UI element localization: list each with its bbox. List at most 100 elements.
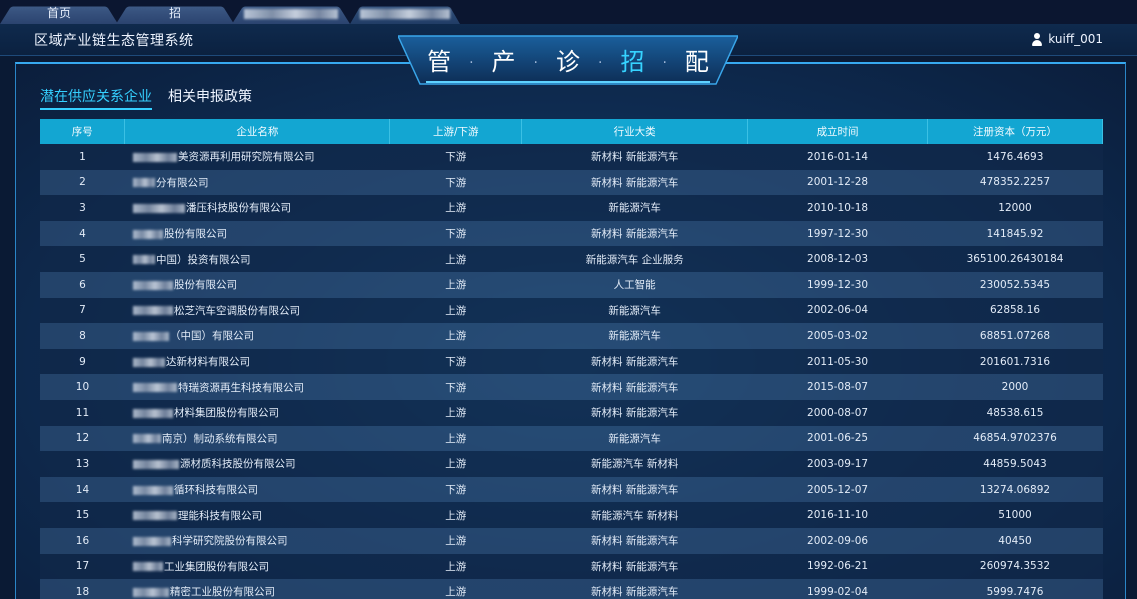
cell-capital: 201601.7316 [927, 348, 1103, 375]
table-row[interactable]: 2 分有限公司 下游 新材料 新能源汽车 2001-12-28 478352.2257 [40, 169, 1103, 196]
tab-redacted-2[interactable] [350, 2, 460, 24]
cell-company-name[interactable]: 材料集团股份有限公司 [124, 399, 390, 426]
cell-company-name[interactable]: 工业集团股份有限公司 [124, 553, 390, 580]
table-row[interactable]: 10 特瑞资源再生科技有限公司 下游 新材料 新能源汽车 2015-08-07 2000 [40, 374, 1103, 400]
cell-founded: 2005-03-02 [747, 323, 928, 349]
cell-founded: 2016-11-10 [747, 502, 928, 528]
cell-company-name[interactable]: 特瑞资源再生科技有限公司 [124, 374, 390, 400]
cell-founded: 2005-12-07 [747, 476, 928, 503]
cell-founded: 2010-10-18 [747, 195, 928, 221]
redacted-name-prefix [132, 178, 155, 188]
cell-company-name[interactable]: 美资源再利用研究院有限公司 [124, 144, 390, 170]
cell-industry: 新能源汽车 [521, 425, 748, 452]
col-header-capital[interactable]: 注册资本（万元） [927, 119, 1103, 144]
table-row[interactable]: 13 源材质科技股份有限公司 上游 新能源汽车 新材料 2003-09-17 44859.… [40, 451, 1103, 477]
table-row[interactable]: 4 股份有限公司 下游 新材料 新能源汽车 1997-12-30 141845.92 [40, 220, 1103, 247]
col-header-name[interactable]: 企业名称 [124, 119, 391, 144]
table-row[interactable]: 15 理能科技有限公司 上游 新能源汽车 新材料 2016-11-10 51000 [40, 502, 1103, 528]
cell-company-name[interactable]: 中国）投资有限公司 [124, 246, 390, 272]
main-panel: 潜在供应关系企业 相关申报政策 序号 企业名称 上游/下游 行业大类 成立时间 … [15, 62, 1126, 599]
redacted-name-prefix [132, 587, 169, 597]
module-nav-emblem: 管 · 产 · 诊 · 招 · 配 [398, 34, 738, 90]
cell-company-name[interactable]: 科学研究院股份有限公司 [124, 527, 390, 554]
cell-capital: 1476.4693 [927, 144, 1103, 170]
module-zhen[interactable]: 诊 [556, 48, 580, 76]
cell-company-name[interactable]: （中国）有限公司 [124, 323, 390, 349]
cell-company-name[interactable]: 股份有限公司 [124, 271, 390, 298]
col-header-industry[interactable]: 行业大类 [521, 119, 749, 144]
cell-founded: 2002-09-06 [747, 527, 928, 554]
table-row[interactable]: 6 股份有限公司 上游 人工智能 1999-12-30 230052.5345 [40, 271, 1103, 298]
cell-company-name[interactable]: 松芝汽车空调股份有限公司 [124, 297, 390, 324]
cell-no: 11 [40, 399, 125, 426]
cell-company-name[interactable]: 潘压科技股份有限公司 [124, 195, 390, 221]
col-header-upstream[interactable]: 上游/下游 [389, 119, 523, 144]
cell-industry: 新材料 新能源汽车 [521, 374, 748, 400]
col-header-founded[interactable]: 成立时间 [747, 119, 929, 144]
table-row[interactable]: 5 中国）投资有限公司 上游 新能源汽车 企业服务 2008-12-03 365100.2… [40, 246, 1103, 272]
tab-recruit[interactable]: 招 [116, 2, 234, 24]
redacted-name-prefix [132, 562, 163, 572]
table-row[interactable]: 18 精密工业股份有限公司 上游 新材料 新能源汽车 1999-02-04 5999.74… [40, 579, 1103, 599]
cell-no: 12 [40, 425, 125, 452]
table-row[interactable]: 17 工业集团股份有限公司 上游 新材料 新能源汽车 1992-06-21 260974.… [40, 553, 1103, 580]
cell-company-name[interactable]: 达新材料有限公司 [124, 348, 390, 375]
table-row[interactable]: 3 潘压科技股份有限公司 上游 新能源汽车 2010-10-18 12000 [40, 195, 1103, 221]
cell-upstream: 上游 [389, 323, 522, 349]
redacted-name-prefix [132, 536, 171, 546]
table-row[interactable]: 8 （中国）有限公司 上游 新能源汽车 2005-03-02 68851.07268 [40, 323, 1103, 349]
table-row[interactable]: 1 美资源再利用研究院有限公司 下游 新材料 新能源汽车 2016-01-14 1476.… [40, 144, 1103, 170]
separator-dot: · [469, 55, 474, 71]
redacted-name-prefix [132, 485, 173, 495]
cell-industry: 新能源汽车 新材料 [521, 451, 748, 477]
cell-industry: 人工智能 [521, 271, 748, 298]
tab-home[interactable]: 首页 [0, 2, 118, 24]
cell-industry: 新能源汽车 [521, 297, 748, 324]
table-row[interactable]: 7 松芝汽车空调股份有限公司 上游 新能源汽车 2002-06-04 62858.16 [40, 297, 1103, 324]
cell-industry: 新材料 新能源汽车 [521, 169, 748, 196]
cell-founded: 2002-06-04 [747, 297, 928, 324]
separator-dot: · [533, 55, 538, 71]
redacted-name-prefix [132, 459, 179, 469]
tab-redacted-1[interactable] [232, 2, 350, 24]
cell-company-name[interactable]: 分有限公司 [124, 169, 390, 196]
cell-upstream: 上游 [389, 195, 522, 221]
cell-industry: 新材料 新能源汽车 [521, 348, 748, 375]
cell-no: 17 [40, 553, 125, 580]
module-guan[interactable]: 管 [427, 48, 451, 76]
cell-founded: 2000-08-07 [747, 399, 928, 426]
user-menu[interactable]: kuiff_001 [1031, 32, 1103, 46]
cell-company-name[interactable]: 循环科技有限公司 [124, 476, 390, 503]
table-row[interactable]: 14 循环科技有限公司 下游 新材料 新能源汽车 2005-12-07 13274.068… [40, 476, 1103, 503]
cell-company-name[interactable]: 股份有限公司 [124, 220, 390, 247]
cell-no: 16 [40, 527, 125, 554]
module-pei[interactable]: 配 [685, 48, 709, 76]
cell-founded: 2011-05-30 [747, 348, 928, 375]
cell-no: 1 [40, 144, 125, 170]
cell-company-name[interactable]: 理能科技有限公司 [124, 502, 390, 528]
module-zhao-active[interactable]: 招 [620, 48, 644, 76]
subtab-related-policies[interactable]: 相关申报政策 [168, 86, 252, 110]
table-row[interactable]: 9 达新材料有限公司 下游 新材料 新能源汽车 2011-05-30 201601.731… [40, 348, 1103, 375]
table-row[interactable]: 12 南京）制动系统有限公司 上游 新能源汽车 2001-06-25 46854.9702… [40, 425, 1103, 452]
cell-no: 5 [40, 246, 125, 272]
cell-founded: 2015-08-07 [747, 374, 928, 400]
table-row[interactable]: 16 科学研究院股份有限公司 上游 新材料 新能源汽车 2002-09-06 40450 [40, 527, 1103, 554]
redacted-name-prefix [132, 331, 169, 341]
cell-industry: 新能源汽车 企业服务 [521, 246, 748, 272]
subtab-potential-suppliers[interactable]: 潜在供应关系企业 [40, 86, 152, 110]
cell-no: 14 [40, 476, 125, 503]
cell-founded: 2016-01-14 [747, 144, 928, 170]
cell-founded: 2001-12-28 [747, 169, 928, 196]
cell-upstream: 上游 [389, 246, 522, 272]
col-header-no[interactable]: 序号 [40, 119, 126, 144]
subtab-bar: 潜在供应关系企业 相关申报政策 [40, 86, 252, 110]
redacted-name-prefix [132, 280, 173, 290]
cell-company-name[interactable]: 源材质科技股份有限公司 [124, 451, 390, 477]
cell-upstream: 下游 [389, 169, 522, 196]
redacted-name-prefix [132, 511, 177, 521]
module-chan[interactable]: 产 [492, 48, 516, 76]
table-row[interactable]: 11 材料集团股份有限公司 上游 新材料 新能源汽车 2000-08-07 48538.6… [40, 399, 1103, 426]
cell-company-name[interactable]: 南京）制动系统有限公司 [124, 425, 390, 452]
cell-company-name[interactable]: 精密工业股份有限公司 [124, 579, 390, 599]
